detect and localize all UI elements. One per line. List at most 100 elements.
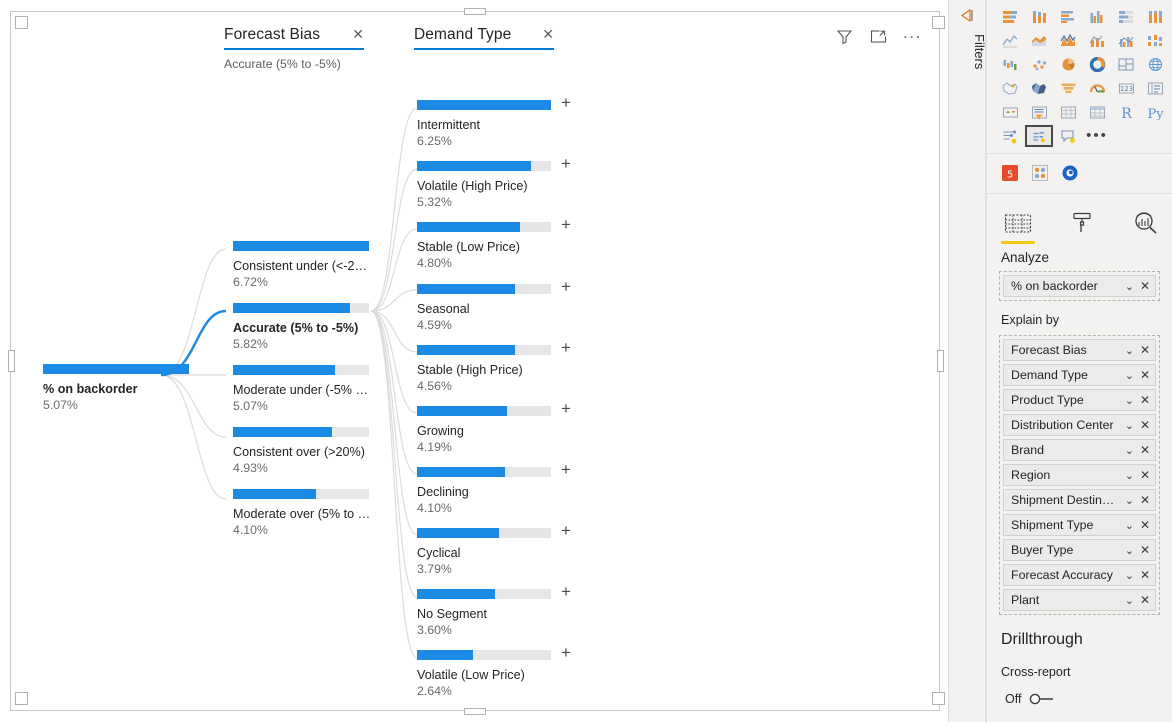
tree-node-stable-high-price[interactable]: + Stable (High Price) 4.56% xyxy=(417,339,571,393)
remove-field-icon[interactable]: ✕ xyxy=(1140,279,1150,293)
card-icon[interactable]: 123 xyxy=(1112,77,1140,99)
remove-field-icon[interactable]: ✕ xyxy=(1140,568,1150,582)
visual-format-row[interactable]: 5 xyxy=(987,154,1172,194)
tree-node-root[interactable]: % on backorder 5.07% xyxy=(43,364,189,412)
expand-node-icon[interactable]: + xyxy=(558,400,574,417)
tree-node-consistent-over[interactable]: Consistent over (>20%) 4.93% xyxy=(233,427,369,475)
field-chip-brand[interactable]: Brand ⌄ ✕ xyxy=(1003,439,1156,461)
stacked-bar-chart-icon[interactable] xyxy=(996,5,1024,27)
expand-node-icon[interactable]: + xyxy=(558,644,574,661)
chevron-down-icon[interactable]: ⌄ xyxy=(1125,569,1134,582)
remove-field-icon[interactable]: ✕ xyxy=(1140,443,1150,457)
decomposition-tree-visual[interactable]: ... Forecast Bias ✕ Accurate (5% to -5%)… xyxy=(10,11,940,711)
area-chart-icon[interactable] xyxy=(1025,29,1053,51)
resize-handle-top[interactable] xyxy=(464,8,486,15)
expand-node-icon[interactable]: + xyxy=(558,278,574,295)
pie-chart-icon[interactable] xyxy=(1054,53,1082,75)
field-chip-forecast-bias[interactable]: Forecast Bias ⌄ ✕ xyxy=(1003,339,1156,361)
tree-node-moderate-over[interactable]: Moderate over (5% to … 4.10% xyxy=(233,489,369,537)
remove-field-icon[interactable]: ✕ xyxy=(1140,393,1150,407)
tree-node-intermittent[interactable]: + Intermittent 6.25% xyxy=(417,94,571,148)
pane-tab-row[interactable] xyxy=(987,194,1172,244)
slicer-icon[interactable] xyxy=(1025,101,1053,123)
chevron-down-icon[interactable]: ⌄ xyxy=(1125,519,1134,532)
tree-node-volatile-high-price[interactable]: + Volatile (High Price) 5.32% xyxy=(417,155,571,209)
resize-handle-top-right[interactable] xyxy=(932,16,945,29)
visual-header-toolbar[interactable]: ... xyxy=(834,24,923,47)
field-chip-product-type[interactable]: Product Type ⌄ ✕ xyxy=(1003,389,1156,411)
multi-row-card-icon[interactable] xyxy=(1141,77,1169,99)
explain-by-field-well[interactable]: Forecast Bias ⌄ ✕ Demand Type ⌄ ✕ Produc… xyxy=(987,327,1172,615)
qa-visual-icon[interactable] xyxy=(1054,125,1082,147)
kpi-icon[interactable] xyxy=(996,101,1024,123)
visual-more-options-icon[interactable]: ... xyxy=(902,24,923,47)
remove-field-icon[interactable]: ✕ xyxy=(1140,543,1150,557)
tree-node-consistent-under[interactable]: Consistent under (<-2… 6.72% xyxy=(233,241,369,289)
tree-node-moderate-under[interactable]: Moderate under (-5% … 5.07% xyxy=(233,365,369,413)
tree-node-stable-low-price[interactable]: + Stable (Low Price) 4.80% xyxy=(417,216,571,270)
expand-node-icon[interactable]: + xyxy=(558,583,574,600)
shape-map-icon[interactable] xyxy=(1025,77,1053,99)
chevron-down-icon[interactable]: ⌄ xyxy=(1125,419,1134,432)
line-clustered-column-chart-icon[interactable] xyxy=(1112,29,1140,51)
waterfall-chart-icon[interactable] xyxy=(996,53,1024,75)
field-chip-analyze-measure[interactable]: % on backorder ⌄ ✕ xyxy=(1003,275,1156,297)
level-close-icon[interactable]: ✕ xyxy=(532,27,554,41)
line-stacked-column-chart-icon[interactable] xyxy=(1083,29,1111,51)
tree-node-growing[interactable]: + Growing 4.19% xyxy=(417,400,571,454)
field-chip-region[interactable]: Region ⌄ ✕ xyxy=(1003,464,1156,486)
clustered-column-chart-icon[interactable] xyxy=(1083,5,1111,27)
custom-visual-icon[interactable] xyxy=(1029,162,1051,184)
remove-field-icon[interactable]: ✕ xyxy=(1140,468,1150,482)
decomposition-tree-icon[interactable] xyxy=(1025,125,1053,147)
remove-field-icon[interactable]: ✕ xyxy=(1140,343,1150,357)
field-chip-forecast-accuracy[interactable]: Forecast Accuracy ⌄ ✕ xyxy=(1003,564,1156,586)
100-stacked-column-chart-icon[interactable] xyxy=(1141,5,1169,27)
chevron-down-icon[interactable]: ⌄ xyxy=(1125,394,1134,407)
resize-handle-bottom[interactable] xyxy=(464,708,486,715)
expand-node-icon[interactable]: + xyxy=(558,339,574,356)
remove-field-icon[interactable]: ✕ xyxy=(1140,593,1150,607)
html-content-icon[interactable]: 5 xyxy=(999,162,1021,184)
chevron-down-icon[interactable]: ⌄ xyxy=(1125,369,1134,382)
resize-handle-top-left[interactable] xyxy=(15,16,28,29)
funnel-chart-icon[interactable] xyxy=(1054,77,1082,99)
treemap-icon[interactable] xyxy=(1112,53,1140,75)
visual-type-gallery[interactable]: 123 R Py ••• xyxy=(987,0,1172,154)
power-bi-visual-icon[interactable] xyxy=(1059,162,1081,184)
tree-node-no-segment[interactable]: + No Segment 3.60% xyxy=(417,583,571,637)
field-chip-buyer-type[interactable]: Buyer Type ⌄ ✕ xyxy=(1003,539,1156,561)
field-chip-distribution-center[interactable]: Distribution Center ⌄ ✕ xyxy=(1003,414,1156,436)
scatter-chart-icon[interactable] xyxy=(1025,53,1053,75)
gauge-chart-icon[interactable] xyxy=(1083,77,1111,99)
expand-pane-arrow-icon[interactable] xyxy=(959,8,976,28)
clustered-bar-chart-icon[interactable] xyxy=(1054,5,1082,27)
donut-chart-icon[interactable] xyxy=(1083,53,1111,75)
r-script-visual-icon[interactable]: R xyxy=(1112,101,1140,123)
chevron-down-icon[interactable]: ⌄ xyxy=(1125,469,1134,482)
remove-field-icon[interactable]: ✕ xyxy=(1140,418,1150,432)
matrix-icon[interactable] xyxy=(1083,101,1111,123)
chevron-down-icon[interactable]: ⌄ xyxy=(1125,280,1134,293)
tree-node-seasonal[interactable]: + Seasonal 4.59% xyxy=(417,278,571,332)
key-influencers-icon[interactable] xyxy=(996,125,1024,147)
expand-node-icon[interactable]: + xyxy=(558,155,574,172)
resize-handle-bottom-right[interactable] xyxy=(932,692,945,705)
tab-format[interactable] xyxy=(1065,206,1099,244)
level-close-icon[interactable]: ✕ xyxy=(342,27,364,41)
filled-map-icon[interactable] xyxy=(996,77,1024,99)
expand-node-icon[interactable]: + xyxy=(558,94,574,111)
table-icon[interactable] xyxy=(1054,101,1082,123)
python-visual-icon[interactable]: Py xyxy=(1141,101,1169,123)
filter-funnel-icon[interactable] xyxy=(834,26,855,47)
map-icon[interactable] xyxy=(1141,53,1169,75)
focus-mode-icon[interactable] xyxy=(868,26,889,47)
field-chip-demand-type[interactable]: Demand Type ⌄ ✕ xyxy=(1003,364,1156,386)
tab-fields[interactable] xyxy=(1001,206,1035,244)
100-stacked-bar-chart-icon[interactable] xyxy=(1112,5,1140,27)
tab-analytics[interactable] xyxy=(1129,206,1163,244)
chevron-down-icon[interactable]: ⌄ xyxy=(1125,494,1134,507)
expand-node-icon[interactable]: + xyxy=(558,216,574,233)
gallery-more-options-icon[interactable]: ••• xyxy=(1083,125,1111,147)
expand-node-icon[interactable]: + xyxy=(558,522,574,539)
